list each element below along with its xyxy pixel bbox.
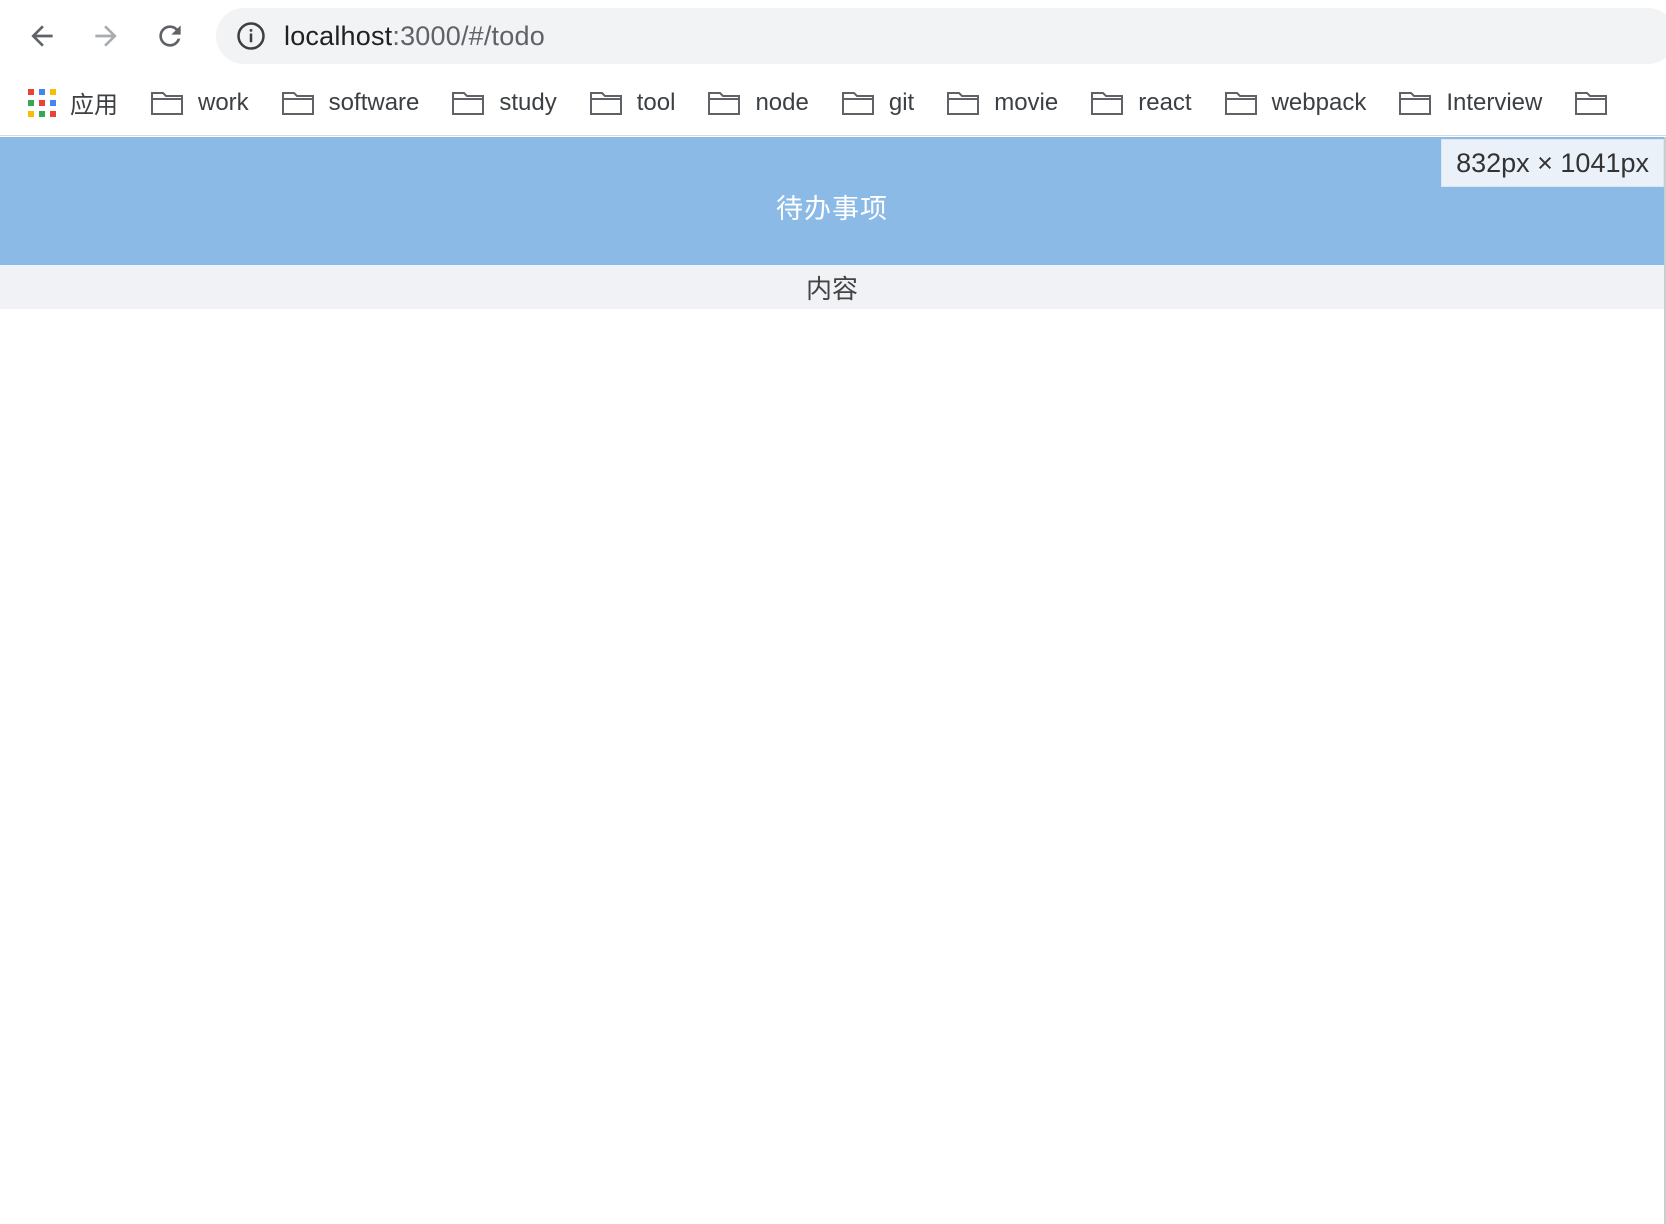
bookmark-folder-react[interactable]: react	[1090, 81, 1192, 125]
folder-icon	[589, 89, 623, 117]
page-title: 待办事项	[776, 193, 888, 224]
bookmark-folder-software[interactable]: software	[281, 81, 420, 125]
arrow-left-icon	[31, 25, 53, 47]
url-path: :3000/#/todo	[392, 20, 545, 51]
url-host: localhost	[284, 20, 393, 51]
viewport-size-badge: 832px × 1041px	[1441, 139, 1664, 187]
page-viewport: 待办事项 832px × 1041px 内容	[0, 137, 1666, 1224]
info-icon[interactable]	[236, 21, 266, 51]
bookmark-folder-work[interactable]: work	[150, 81, 249, 125]
bookmarks-bar: 应用 work software study tool node git mov…	[0, 70, 1666, 136]
bookmark-label: git	[888, 88, 915, 116]
folder-icon	[1398, 89, 1432, 117]
bookmark-folder-truncated[interactable]	[1574, 81, 1622, 125]
folder-icon	[946, 89, 980, 117]
bookmark-folder-interview[interactable]: Interview	[1398, 81, 1542, 125]
app-header: 待办事项	[0, 137, 1664, 265]
bookmark-folder-movie[interactable]: movie	[946, 81, 1058, 125]
bookmark-label: tool	[636, 88, 676, 116]
bookmark-folder-node[interactable]: node	[707, 81, 809, 125]
bookmark-folder-study[interactable]: study	[451, 81, 557, 125]
forward-button[interactable]	[82, 12, 130, 60]
bookmark-folder-tool[interactable]: tool	[589, 81, 676, 125]
folder-icon	[1224, 89, 1258, 117]
apps-grid-icon	[28, 88, 56, 117]
bookmark-label: movie	[994, 88, 1059, 116]
browser-toolbar: localhost:3000/#/todo	[0, 0, 1666, 70]
folder-icon	[1574, 89, 1608, 117]
folder-icon	[707, 89, 741, 117]
content-bar: 内容	[0, 265, 1664, 309]
back-button[interactable]	[18, 12, 66, 60]
bookmark-label: software	[328, 88, 420, 116]
reload-button[interactable]	[146, 12, 194, 60]
bookmark-label: node	[755, 88, 809, 116]
url-text[interactable]: localhost:3000/#/todo	[284, 21, 545, 52]
bookmark-label: 应用	[70, 92, 118, 119]
bookmark-apps[interactable]: 应用	[28, 81, 118, 125]
bookmark-folder-webpack[interactable]: webpack	[1224, 81, 1367, 125]
bookmark-label: Interview	[1446, 88, 1543, 116]
folder-icon	[451, 89, 485, 117]
bookmark-label: study	[499, 88, 557, 116]
reload-icon	[159, 25, 181, 47]
bookmark-label: work	[198, 88, 249, 116]
folder-icon	[841, 89, 875, 117]
bookmark-label: webpack	[1271, 88, 1367, 116]
arrow-right-icon	[95, 25, 117, 47]
bookmark-folder-git[interactable]: git	[841, 81, 914, 125]
content-label: 内容	[805, 273, 858, 304]
folder-icon	[150, 89, 184, 117]
address-bar[interactable]: localhost:3000/#/todo	[216, 8, 1666, 64]
folder-icon	[281, 89, 315, 117]
folder-icon	[1090, 89, 1124, 117]
bookmark-label: react	[1138, 88, 1192, 116]
